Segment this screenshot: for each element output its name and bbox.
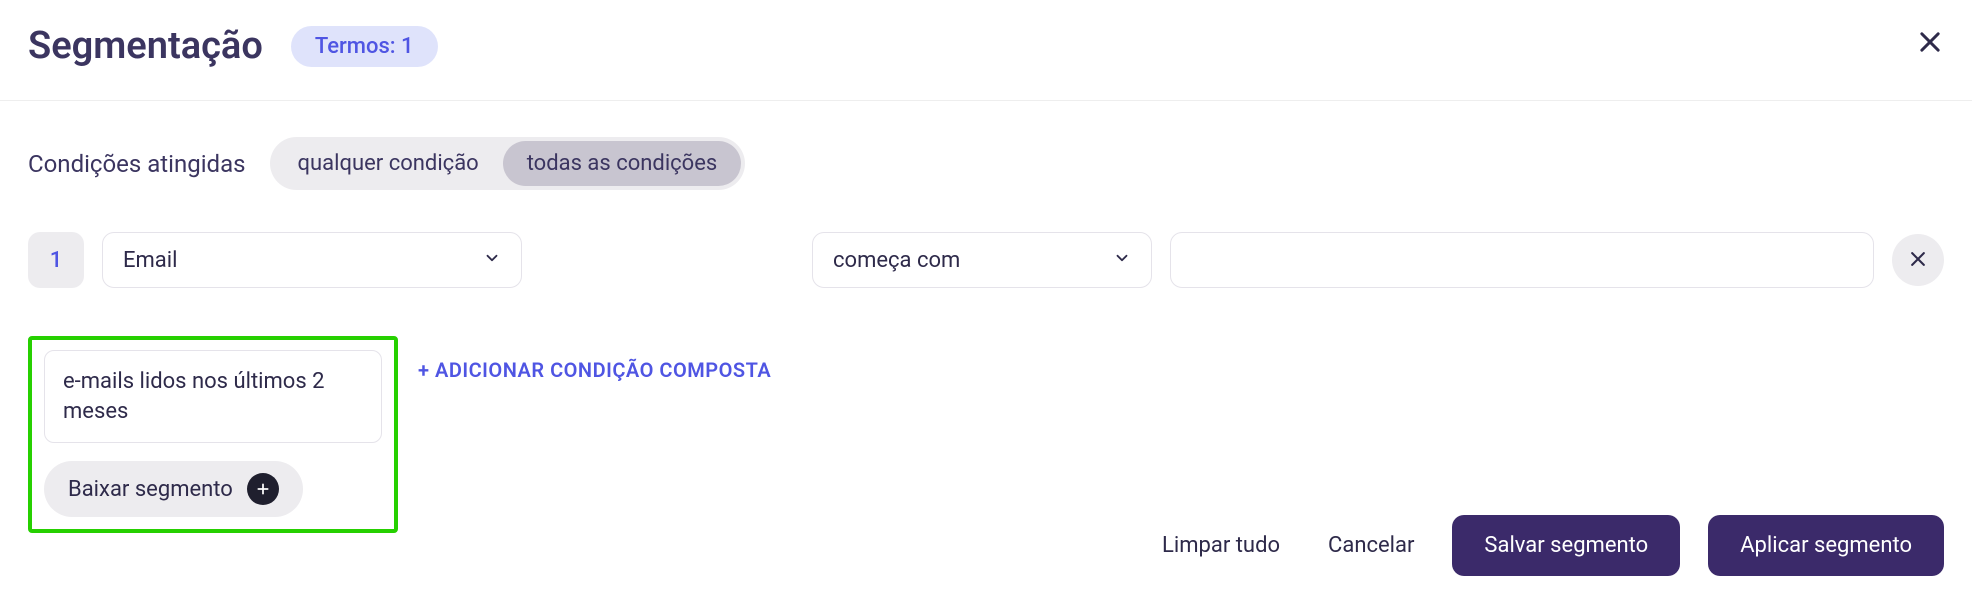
- toggle-all-conditions[interactable]: todas as condições: [503, 141, 742, 186]
- chevron-down-icon: [483, 248, 501, 273]
- apply-segment-button[interactable]: Aplicar segmento: [1708, 515, 1944, 576]
- rule-operator-value: começa com: [833, 248, 960, 273]
- cancel-button[interactable]: Cancelar: [1318, 519, 1424, 572]
- terms-badge: Termos: 1: [291, 26, 438, 67]
- close-icon: [1916, 27, 1944, 63]
- footer-actions: Limpar tudo Cancelar Salvar segmento Apl…: [1152, 515, 1944, 576]
- download-segment-button[interactable]: Baixar segmento: [44, 461, 303, 517]
- segment-name-field[interactable]: e-mails lidos nos últimos 2 meses: [44, 350, 382, 443]
- toggle-any-condition[interactable]: qualquer condição: [274, 141, 503, 186]
- close-button[interactable]: [1916, 28, 1944, 61]
- header: Segmentação Termos: 1: [0, 0, 1972, 101]
- bottom-row: e-mails lidos nos últimos 2 meses Baixar…: [28, 336, 1944, 533]
- rule-value-input[interactable]: [1170, 232, 1874, 288]
- highlighted-area: e-mails lidos nos últimos 2 meses Baixar…: [28, 336, 398, 533]
- save-segment-button[interactable]: Salvar segmento: [1452, 515, 1680, 576]
- page-title: Segmentação: [28, 24, 263, 68]
- chevron-down-icon: [1113, 248, 1131, 273]
- add-composite-condition-link[interactable]: + ADICIONAR CONDIÇÃO COMPOSTA: [418, 336, 771, 382]
- download-segment-label: Baixar segmento: [68, 477, 233, 502]
- conditions-label: Condições atingidas: [28, 150, 246, 178]
- rule-row: 1 Email começa com: [28, 232, 1944, 288]
- clear-all-button[interactable]: Limpar tudo: [1152, 519, 1290, 572]
- condition-match-toggle: qualquer condição todas as condições: [270, 137, 746, 190]
- plus-circle-icon: [247, 473, 279, 505]
- rule-index-badge: 1: [28, 232, 84, 288]
- rule-field-select[interactable]: Email: [102, 232, 522, 288]
- remove-rule-button[interactable]: [1892, 234, 1944, 286]
- content: Condições atingidas qualquer condição to…: [0, 101, 1972, 533]
- conditions-row: Condições atingidas qualquer condição to…: [28, 137, 1944, 190]
- rule-operator-select[interactable]: começa com: [812, 232, 1152, 288]
- close-icon: [1908, 249, 1928, 272]
- rule-field-value: Email: [123, 248, 177, 273]
